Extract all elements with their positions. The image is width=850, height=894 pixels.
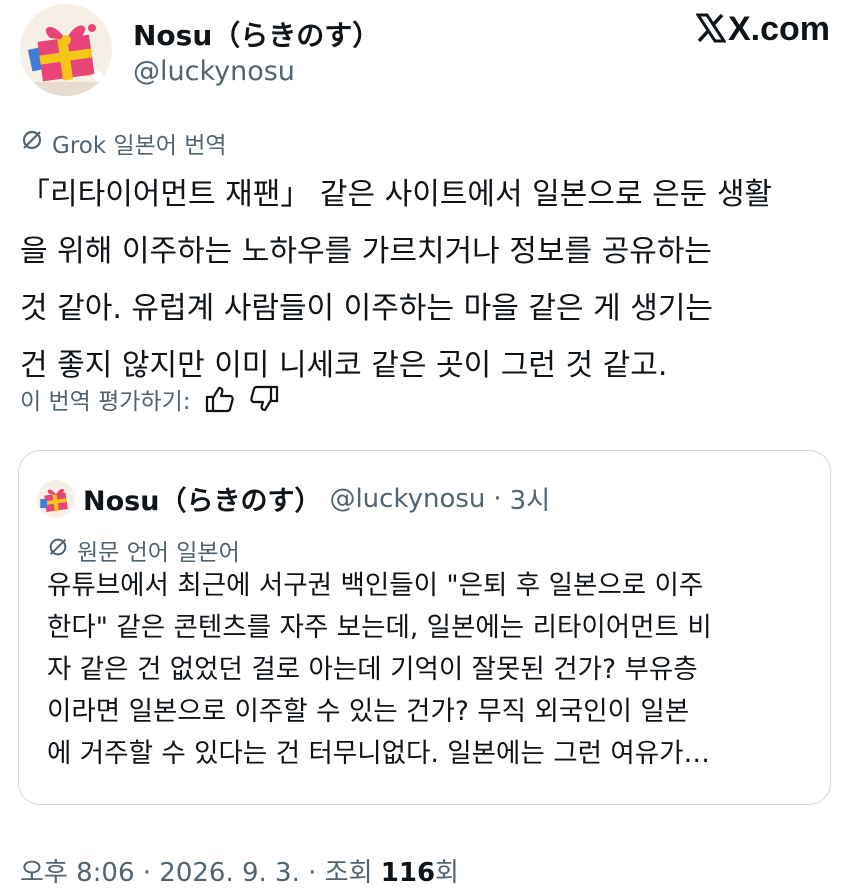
grok-icon — [20, 128, 44, 158]
brand-label: X.com — [727, 10, 830, 48]
quote-line: 한다" 같은 콘텐츠를 자주 보는데, 일본에는 리타이어먼트 비 — [47, 612, 712, 643]
quote-line: 유튜브에서 최근에 서구권 백인들이 "은퇴 후 일본으로 이주 — [47, 570, 704, 601]
view-suffix: 회 — [435, 858, 459, 888]
translation-text: Grok 일본어 번역 — [52, 133, 227, 159]
body-line: 것 같아. 유럽계 사람들이 이주하는 마을 같은 게 생기는 — [20, 291, 714, 326]
quoted-tweet[interactable]: Nosu（らきのす） @luckynosu · 3시 원문 언어 일본어 유튜브… — [18, 450, 831, 805]
thumbs-up-icon[interactable] — [205, 385, 235, 413]
quote-author-name[interactable]: Nosu（らきのす） — [83, 479, 321, 518]
author-avatar[interactable] — [20, 4, 112, 96]
tweet-header: Nosu（らきのす） @luckynosu X.com — [20, 4, 830, 96]
original-language-label: 원문 언어 일본어 — [47, 533, 240, 567]
quote-body: 유튜브에서 최근에 서구권 백인들이 "은퇴 후 일본으로 이주 한다" 같은 … — [47, 565, 827, 775]
quote-header: Nosu（らきのす） @luckynosu · 3시 — [37, 479, 550, 518]
quote-line: 이라면 일본으로 이주할 수 있는 건가? 무직 외국인이 일본 — [47, 696, 690, 727]
quote-author-handle[interactable]: @luckynosu — [329, 484, 485, 514]
original-language-text: 원문 언어 일본어 — [77, 540, 240, 566]
quote-line: 에 거주할 수 있다는 건 터무니없다. 일본에는 그런 여유가… — [47, 738, 711, 769]
rate-label: 이 번역 평가하기: — [20, 389, 191, 415]
quote-separator: · — [493, 483, 502, 514]
brand[interactable]: X.com — [695, 10, 830, 49]
author-handle[interactable]: @luckynosu — [133, 56, 295, 87]
translation-label: Grok 일본어 번역 — [20, 126, 227, 160]
view-count: 116 — [380, 858, 436, 888]
quote-line: 자 같은 건 없었던 걸로 아는데 기억이 잘못된 건가? 부유층 — [47, 654, 698, 685]
body-line: 「리타이어먼트 재팬」 같은 사이트에서 일본으로 은둔 생활 — [20, 177, 773, 212]
rate-translation: 이 번역 평가하기: — [20, 382, 279, 416]
grok-icon — [47, 536, 69, 564]
tweet-meta: 오후 8:06 · 2026. 9. 3. · 조회 116회 — [20, 852, 459, 889]
quote-time[interactable]: 3시 — [510, 480, 550, 517]
x-logo-icon — [695, 13, 727, 47]
translated-body: 「리타이어먼트 재팬」 같은 사이트에서 일본으로 은둔 생활 을 위해 이주하… — [20, 166, 840, 394]
timestamp[interactable]: 오후 8:06 · 2026. 9. 3. · 조회 — [20, 858, 381, 888]
body-line: 을 위해 이주하는 노하우를 가르치거나 정보를 공유하는 — [20, 234, 713, 269]
author-name[interactable]: Nosu（らきのす） — [133, 14, 380, 54]
thumbs-down-icon[interactable] — [249, 385, 279, 413]
quote-avatar[interactable] — [37, 479, 75, 518]
